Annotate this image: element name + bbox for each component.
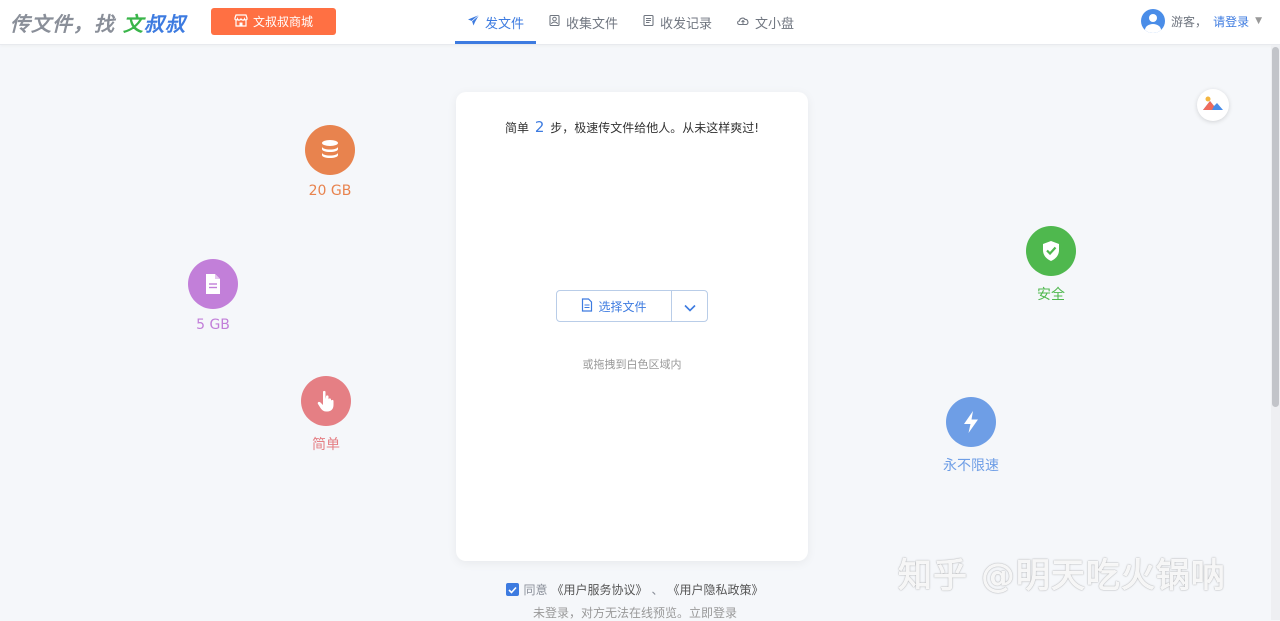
avatar[interactable] — [1141, 9, 1166, 33]
card-title: 简单 2 步，极速传文件给他人。从未这样爽过! — [456, 118, 808, 136]
feature-label: 5 GB — [196, 317, 230, 333]
select-file-group: 选择文件 — [556, 290, 708, 322]
shield-check-icon — [1026, 226, 1076, 276]
select-file-button[interactable]: 选择文件 — [557, 291, 672, 321]
feature-simple: 简单 — [271, 376, 381, 454]
watermark: 知乎 @明天吃火锅呐 — [898, 556, 1226, 596]
hand-pointer-icon — [301, 376, 351, 426]
tab-label: 文小盘 — [755, 16, 795, 32]
title-suffix: 步，极速传文件给他人。从未这样爽过! — [550, 121, 760, 135]
collect-icon — [548, 14, 561, 31]
cloud-disk-icon — [736, 14, 750, 31]
agree-prefix: 同意 — [523, 583, 548, 597]
guest-label: 游客， — [1171, 14, 1208, 29]
send-icon — [467, 14, 480, 31]
lightning-icon — [946, 397, 996, 447]
agree-separator: 、 — [651, 583, 664, 597]
main-nav: 发文件 收集文件 收发记录 文小盘 — [455, 0, 806, 44]
shop-button-label: 文叔叔商城 — [252, 15, 313, 29]
site-logo[interactable]: 传文件，找 文叔叔 — [10, 8, 186, 37]
title-prefix: 简单 — [504, 121, 529, 135]
logo-brand-wen: 文 — [122, 12, 144, 36]
shop-button[interactable]: 文叔叔商城 — [211, 8, 336, 35]
login-link[interactable]: 请登录 — [1213, 13, 1249, 30]
caret-down-icon[interactable]: ▼ — [1255, 16, 1262, 26]
feature-unlimited-speed: 永不限速 — [916, 397, 1026, 475]
login-now-link[interactable]: 立即登录 — [689, 606, 737, 620]
chevron-down-icon — [683, 297, 696, 316]
user-area: 游客， 请登录 ▼ — [1141, 8, 1262, 34]
feature-label: 安全 — [1037, 287, 1065, 303]
logo-slogan: 传文件，找 — [10, 12, 123, 36]
document-icon — [581, 297, 593, 315]
feature-secure: 安全 — [996, 226, 1106, 304]
top-header: 传文件，找 文叔叔 文叔叔商城 发文件 收集文件 收发记录 文小盘 游客， 请登… — [0, 0, 1280, 45]
tab-collect-files[interactable]: 收集文件 — [536, 0, 630, 44]
tab-label: 收发记录 — [660, 16, 713, 32]
terms-link[interactable]: 《用户服务协议》 — [551, 581, 647, 598]
tab-cloud-disk[interactable]: 文小盘 — [724, 0, 806, 44]
privacy-link[interactable]: 《用户隐私政策》 — [668, 581, 764, 598]
database-icon — [305, 125, 355, 175]
feature-5gb: 5 GB — [158, 259, 268, 333]
step-count: 2 — [534, 118, 545, 136]
login-note-text: 未登录，对方无法在线预览。 — [532, 606, 689, 620]
tab-send-file[interactable]: 发文件 — [455, 0, 537, 44]
tab-label: 收集文件 — [566, 16, 619, 32]
agree-checkbox[interactable] — [506, 583, 520, 596]
landscape-image-icon — [1202, 94, 1224, 116]
drag-hint: 或拖拽到白色区域内 — [582, 358, 682, 371]
feature-label: 永不限速 — [943, 458, 999, 474]
upload-drop-area[interactable]: 简单 2 步，极速传文件给他人。从未这样爽过! 选择文件 或拖拽到白色区域内 — [456, 92, 808, 561]
tab-label: 发文件 — [485, 16, 525, 32]
image-mode-button[interactable] — [1197, 89, 1229, 121]
file-icon — [188, 259, 238, 309]
logo-brand-shushu: 叔叔 — [143, 12, 186, 36]
feature-20gb: 20 GB — [275, 125, 385, 199]
scrollbar-thumb[interactable] — [1272, 47, 1279, 407]
store-icon — [234, 13, 248, 30]
feature-label: 20 GB — [308, 183, 352, 199]
tab-transfer-records[interactable]: 收发记录 — [630, 0, 724, 44]
login-note: 未登录，对方无法在线预览。立即登录 — [0, 604, 1270, 621]
select-options-dropdown[interactable] — [672, 291, 707, 321]
record-icon — [642, 14, 655, 31]
feature-label: 简单 — [312, 437, 340, 453]
select-file-label: 选择文件 — [598, 299, 647, 314]
